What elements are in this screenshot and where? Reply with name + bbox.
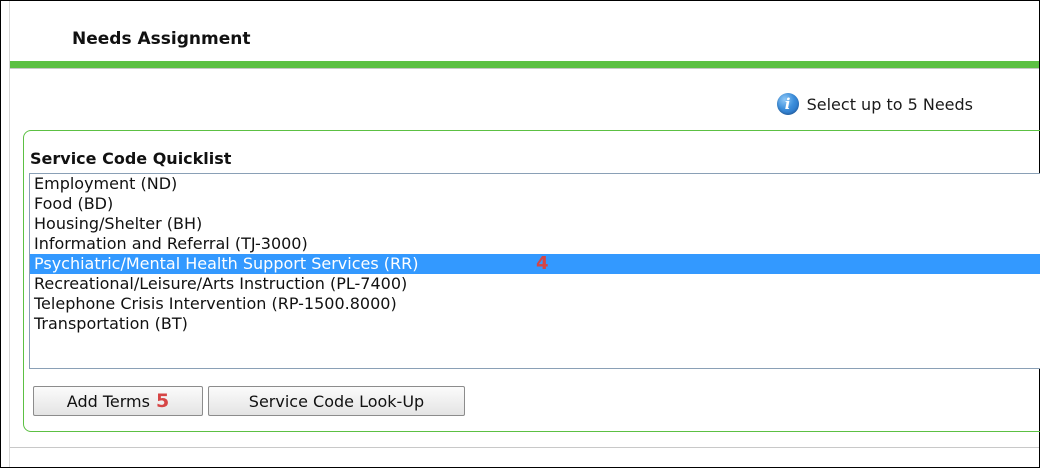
add-terms-label: Add Terms <box>66 391 150 411</box>
list-item-information-referral[interactable]: Information and Referral (TJ-3000) <box>30 234 1040 254</box>
quicklist-title: Service Code Quicklist <box>30 149 232 168</box>
footer-divider <box>10 447 1039 448</box>
step-marker-4: 4 <box>536 253 549 274</box>
list-item-housing[interactable]: Housing/Shelter (BH) <box>30 214 1040 234</box>
info-icon: i <box>776 93 799 115</box>
header-accent-bar <box>10 61 1039 68</box>
list-item-recreational[interactable]: Recreational/Leisure/Arts Instruction (P… <box>30 274 1040 294</box>
list-item-psychiatric-selected[interactable]: Psychiatric/Mental Health Support Servic… <box>30 254 1040 274</box>
header-divider <box>10 68 1039 69</box>
info-text: Select up to 5 Needs <box>806 94 973 114</box>
step-marker-5: 5 <box>155 390 170 412</box>
list-item-food[interactable]: Food (BD) <box>30 194 1040 214</box>
lookup-label: Service Code Look-Up <box>248 391 425 411</box>
service-code-lookup-button[interactable]: Service Code Look-Up <box>208 386 465 416</box>
left-divider <box>9 1 10 467</box>
list-item-employment[interactable]: Employment (ND) <box>30 174 1040 194</box>
page-title: Needs Assignment <box>72 29 251 49</box>
header: Needs Assignment <box>10 1 1039 61</box>
service-code-listbox[interactable]: Employment (ND) Food (BD) Housing/Shelte… <box>29 173 1040 369</box>
info-row: i Select up to 5 Needs <box>776 93 973 115</box>
list-item-transportation[interactable]: Transportation (BT) <box>30 314 1040 334</box>
button-row: Add Terms 5 Service Code Look-Up <box>33 386 465 416</box>
window-frame: Needs Assignment i Select up to 5 Needs … <box>0 0 1040 468</box>
list-item-telephone-crisis[interactable]: Telephone Crisis Intervention (RP-1500.8… <box>30 294 1040 314</box>
add-terms-button[interactable]: Add Terms 5 <box>33 386 203 416</box>
